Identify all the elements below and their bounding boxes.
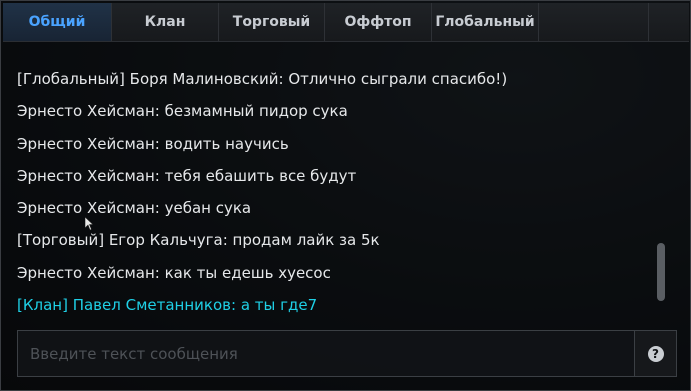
tab-general[interactable]: Общий [3, 3, 112, 41]
message-item: Эрнесто Хейсман: уебан сука [17, 199, 252, 218]
tab-bar-end [649, 3, 689, 41]
tab-trade[interactable]: Торговый [219, 3, 325, 41]
help-button[interactable]: ? [634, 331, 676, 376]
message-item: Эрнесто Хейсман: как ты едешь хуесос [17, 263, 331, 282]
message-input[interactable] [18, 331, 634, 376]
message-item: Эрнесто Хейсман: водить научись [17, 134, 289, 153]
tab-global[interactable]: Глобальный [432, 3, 539, 41]
mouse-cursor-icon [85, 217, 93, 231]
message-list: [Глобальный] Боря Малиновский: Отлично с… [17, 63, 647, 323]
message-item: Эрнесто Хейсман: тебя ебашить все будут [17, 166, 357, 185]
message-item: Эрнесто Хейсман: безмамный пидор сука [17, 102, 348, 121]
message-item: [Глобальный] Боря Малиновский: Отлично с… [17, 70, 508, 88]
tab-clan[interactable]: Клан [112, 3, 219, 41]
question-icon: ? [647, 345, 664, 362]
message-item-clan: [Клан] Павел Сметанников: а ты где7 [17, 296, 318, 315]
message-item: [Торговый] Егор Кальчуга: продам лайк за… [17, 231, 380, 250]
tab-bar-filler [539, 3, 649, 41]
chat-tabs: Общий Клан Торговый Оффтоп Глобальный [3, 3, 689, 42]
message-scrollbar[interactable] [657, 243, 665, 301]
tab-offtopic[interactable]: Оффтоп [325, 3, 432, 41]
chat-window: Общий Клан Торговый Оффтоп Глобальный [Г… [0, 0, 691, 391]
message-input-box: ? [17, 330, 677, 377]
